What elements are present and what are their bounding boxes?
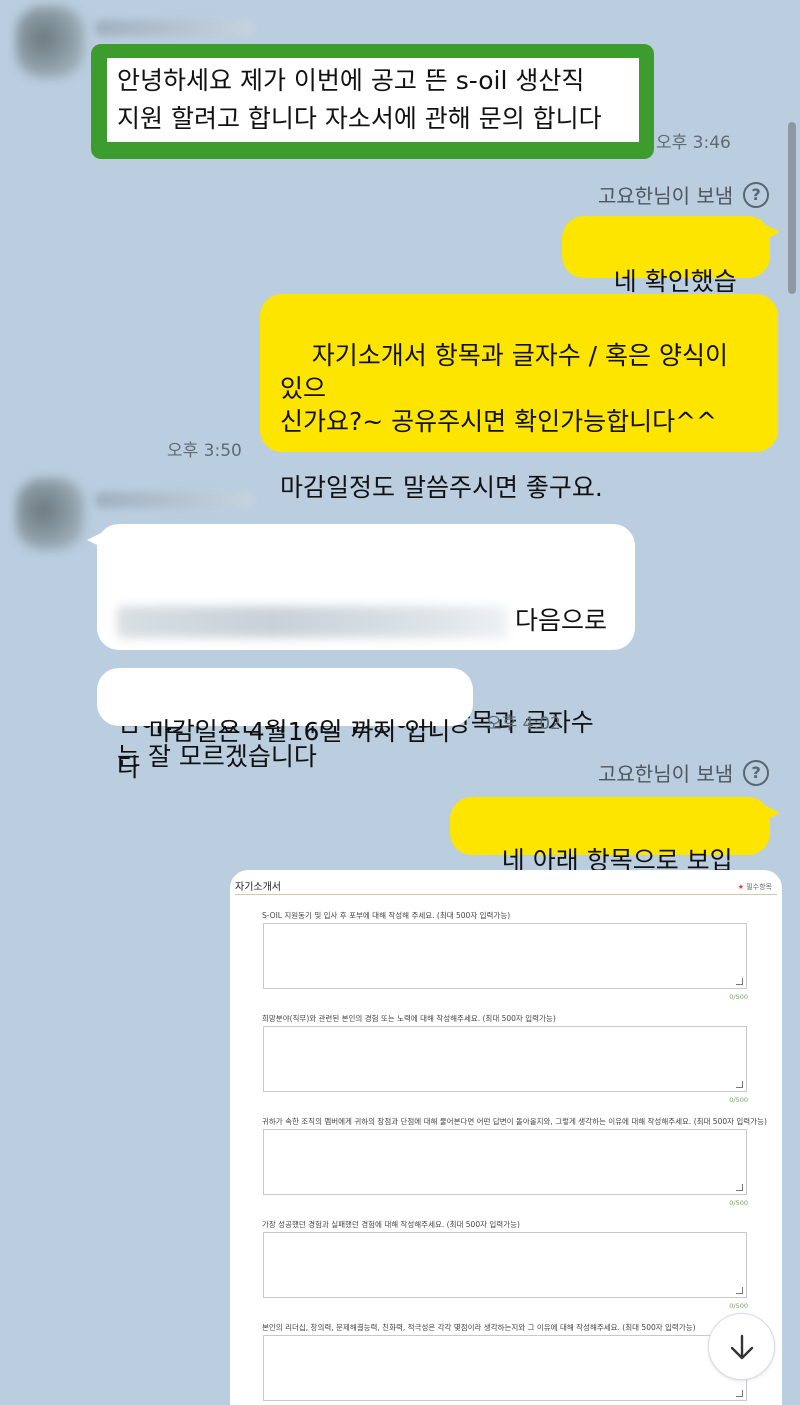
sender-name-blurred xyxy=(95,20,255,36)
message-time: 오후 3:46 xyxy=(656,133,731,153)
message-time: 오후 4:02 xyxy=(486,714,561,734)
incoming-message[interactable]: 다음으로 넘어갈수 있는데 지금 일중이라 항목과 글자수 는 잘 모르겠습니다 xyxy=(87,524,635,771)
message-time: 오후 3:50 xyxy=(167,441,242,461)
scrollbar[interactable] xyxy=(788,122,796,294)
blurred-text xyxy=(117,606,507,638)
char-count: 0/500 xyxy=(729,993,748,1001)
question-label: 희망분야(직무)와 관련된 본인의 경험 또는 노력에 대해 작성해주세요. (… xyxy=(262,1014,556,1023)
message-first-line: 다음으로 xyxy=(117,604,615,638)
question-label: S-OIL 지원동기 및 입사 후 포부에 대해 작성해 주세요. (최대 50… xyxy=(262,911,511,920)
divider xyxy=(235,894,777,895)
image-message[interactable]: 자기소개서 ★ 필수항목 S-OIL 지원동기 및 입사 후 포부에 대해 작성… xyxy=(230,870,782,1405)
message-text: 안녕하세요 제가 이번에 공고 뜬 s-oil 생산직 지원 할려고 합니다 자… xyxy=(107,58,639,142)
answer-textarea xyxy=(263,1129,747,1195)
char-count: 0/500 xyxy=(729,1199,748,1207)
question-label: 가장 성공했던 경험과 실패했던 경험에 대해 작성해주세요. (최대 500자… xyxy=(262,1220,520,1229)
message-text: 다음으로 xyxy=(515,606,608,635)
sent-by-label: 고요한님이 보냄 ? xyxy=(598,180,770,209)
question-label: 본인의 리더십, 창의력, 문제해결능력, 친화력, 적극성은 각각 몇점이라 … xyxy=(262,1323,696,1332)
question-circle-icon[interactable]: ? xyxy=(743,181,770,208)
chat-room[interactable]: 안녕하세요 제가 이번에 공고 뜬 s-oil 생산직 지원 할려고 합니다 자… xyxy=(0,0,800,1405)
required-star-icon: ★ xyxy=(737,883,744,891)
scroll-to-bottom-button[interactable] xyxy=(708,1313,775,1380)
highlighted-incoming-message[interactable]: 안녕하세요 제가 이번에 공고 뜬 s-oil 생산직 지원 할려고 합니다 자… xyxy=(91,44,654,159)
question-label: 귀하가 속한 조직의 멤버에게 귀하의 장점과 단점에 대해 물어본다면 어떤 … xyxy=(262,1117,767,1126)
outgoing-message[interactable]: 네 확인했습니다. xyxy=(562,216,780,332)
char-count: 0/500 xyxy=(729,1302,748,1310)
sent-by-text: 고요한님이 보냄 xyxy=(598,762,734,786)
sender-name-blurred xyxy=(95,492,255,508)
outgoing-message[interactable]: 자기소개서 항목과 글자수 / 혹은 양식이 있으 신가요?~ 공유주시면 확인… xyxy=(260,294,778,502)
sent-by-label: 고요한님이 보냄 ? xyxy=(598,758,770,787)
sender-avatar[interactable] xyxy=(16,6,84,78)
sender-avatar[interactable] xyxy=(16,478,84,550)
message-text: 자기소개서 항목과 글자수 / 혹은 양식이 있으 신가요?~ 공유주시면 확인… xyxy=(280,341,728,502)
question-circle-icon[interactable]: ? xyxy=(743,759,770,786)
outgoing-message[interactable]: 네 아래 항목으로 보입니다. xyxy=(450,797,780,911)
answer-textarea xyxy=(263,1026,747,1092)
char-count: 0/500 xyxy=(729,1096,748,1104)
answer-textarea xyxy=(263,1232,747,1298)
answer-textarea xyxy=(263,1335,747,1401)
arrow-down-icon xyxy=(730,1334,753,1359)
required-label: 필수항목 xyxy=(746,883,772,891)
form-title: 자기소개서 xyxy=(235,882,281,893)
required-legend: ★ 필수항목 xyxy=(738,882,772,892)
answer-textarea xyxy=(263,923,747,989)
incoming-message[interactable]: 마감일은 4월16일 까지 입니다 xyxy=(97,668,473,782)
sent-by-text: 고요한님이 보냄 xyxy=(598,184,734,208)
